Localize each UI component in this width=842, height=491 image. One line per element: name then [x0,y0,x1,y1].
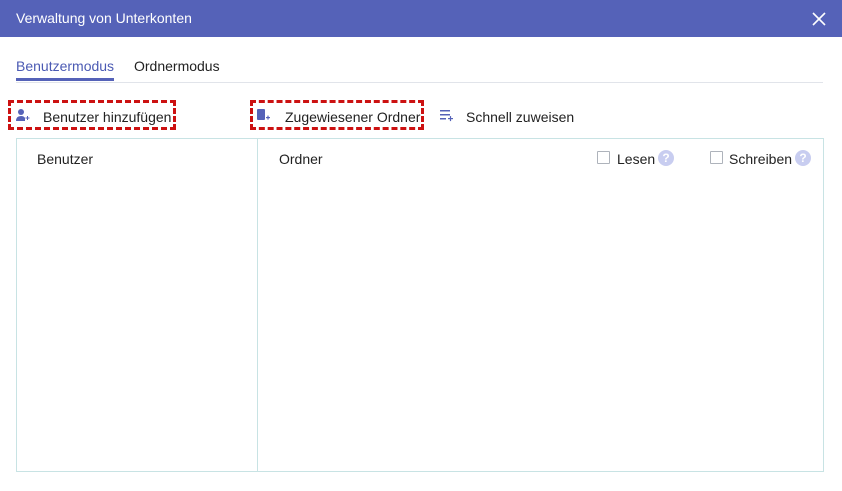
panel-divider [257,139,258,472]
add-user-icon [16,108,30,127]
folders-column-header: Ordner [279,151,323,167]
list-add-icon [440,108,454,127]
tab-benutzermodus[interactable]: Benutzermodus [16,58,114,74]
close-icon[interactable] [808,8,830,30]
tab-ordnermodus[interactable]: Ordnermodus [134,58,220,74]
assigned-folder-label: Zugewiesener Ordner [285,109,421,125]
read-help-icon[interactable]: ? [658,150,674,166]
add-user-button[interactable]: Benutzer hinzufügen [16,100,176,130]
write-checkbox[interactable] [710,151,723,164]
mode-tabs: Benutzermodus Ordnermodus [16,38,823,83]
quick-assign-label: Schnell zuweisen [466,109,575,125]
read-checkbox[interactable] [597,151,610,164]
add-folder-icon [257,108,271,127]
quick-assign-button[interactable]: Schnell zuweisen [440,100,580,130]
add-user-label: Benutzer hinzufügen [43,109,172,125]
assignment-panel [16,138,824,472]
dialog-titlebar: Verwaltung von Unterkonten [0,0,842,37]
users-column-header: Benutzer [37,151,94,167]
read-label[interactable]: Lesen [617,151,655,167]
active-tab-indicator [16,78,114,81]
assigned-folder-button[interactable]: Zugewiesener Ordner [257,100,422,130]
write-help-icon[interactable]: ? [795,150,811,166]
write-label[interactable]: Schreiben [729,151,792,167]
dialog-title: Verwaltung von Unterkonten [16,10,192,26]
